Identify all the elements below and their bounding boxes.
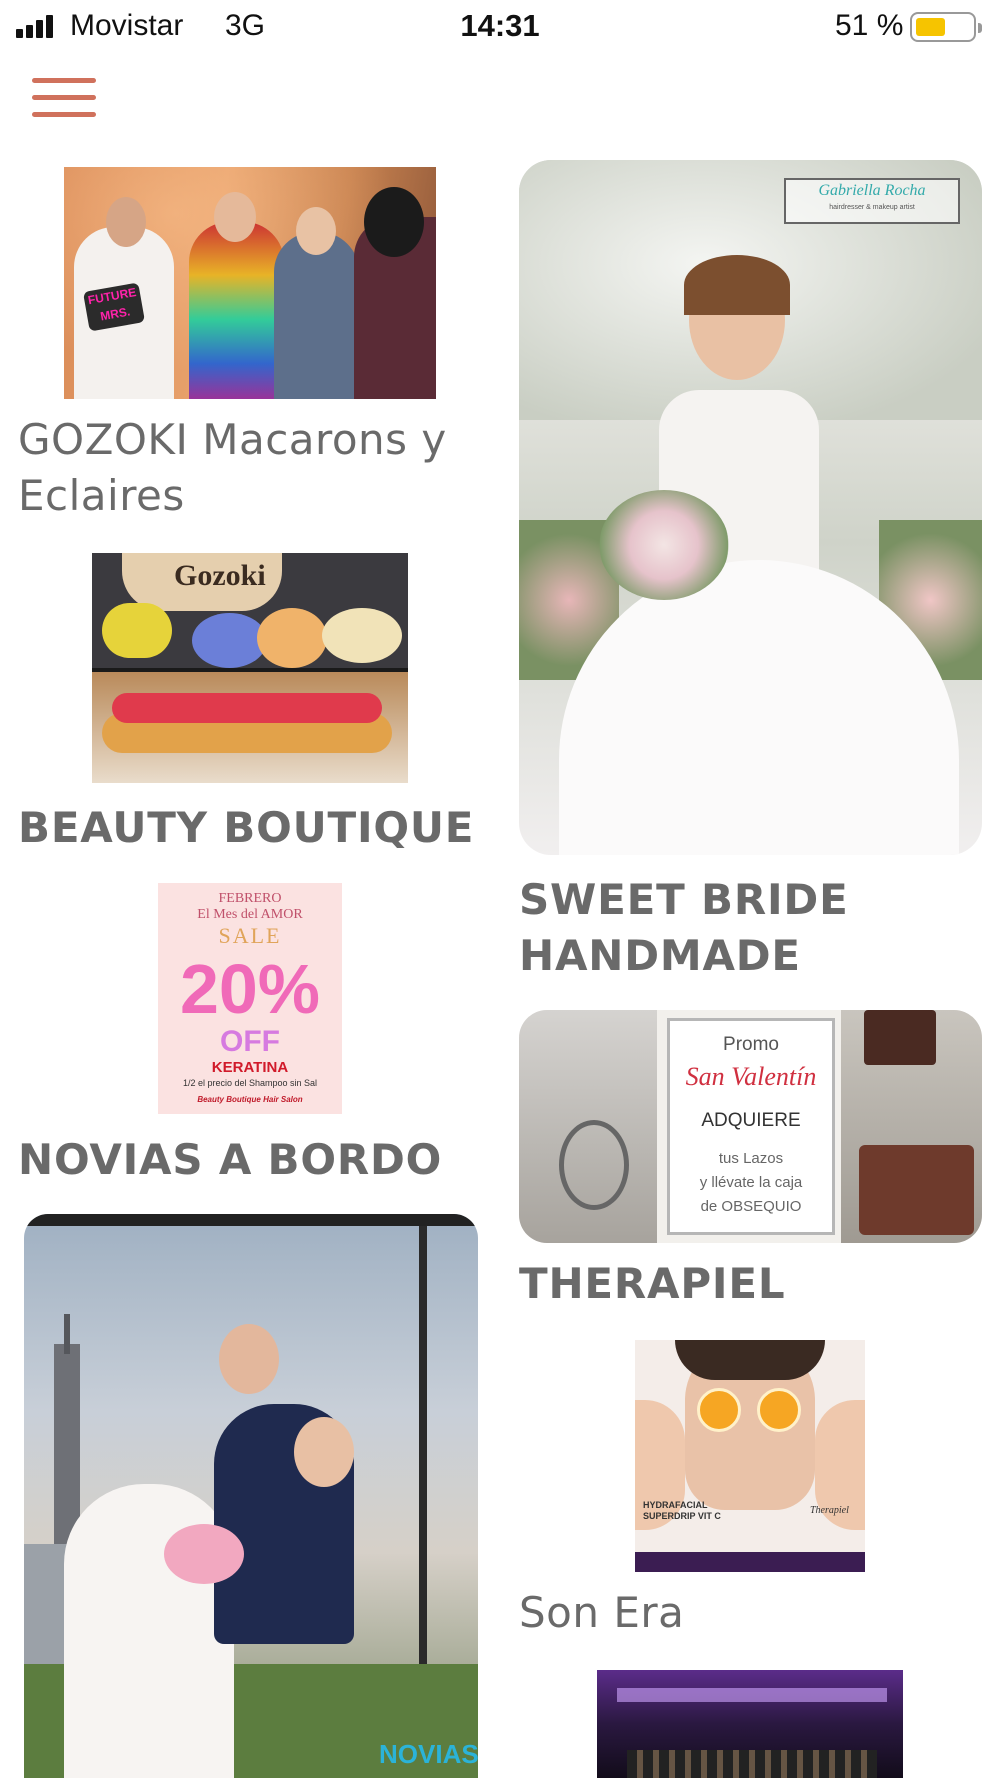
- promo-label: Promo: [723, 1034, 779, 1055]
- battery-icon: [910, 12, 982, 42]
- promo-title: San Valentín: [685, 1062, 817, 1091]
- photographer-watermark-sub: hairdresser & makeup artist: [829, 204, 915, 211]
- sale-subtext: 1/2 el precio del Shampoo sin Sal: [182, 1078, 318, 1088]
- listing-image-therapiel-promo[interactable]: Promo San Valentín ADQUIERE tus Lazos y …: [519, 1010, 982, 1243]
- sale-brand: Beauty Boutique Hair Salon: [197, 1095, 303, 1104]
- spa-line1: HYDRAFACIAL: [643, 1500, 708, 1510]
- listing-image-sweet-bride[interactable]: Gabriella Rocha hairdresser & makeup art…: [519, 160, 982, 855]
- listing-image-beauty-boutique[interactable]: Gozoki: [92, 553, 408, 783]
- promo-action: ADQUIERE: [701, 1110, 801, 1131]
- listing-title-therapiel[interactable]: THERAPIEL: [519, 1256, 989, 1312]
- promo-line6: de OBSEQUIO: [700, 1198, 802, 1215]
- promo-line5: y llévate la caja: [699, 1174, 803, 1191]
- listing-image-novias[interactable]: NOVIAS: [24, 1214, 478, 1778]
- listing-image-party[interactable]: [597, 1670, 903, 1778]
- sale-product: KERATINA: [211, 1059, 289, 1076]
- spa-brand: Therapiel: [810, 1505, 849, 1516]
- spa-line2: SUPERDRIP VIT C: [643, 1511, 721, 1521]
- listing-image-son-era[interactable]: HYDRAFACIAL SUPERDRIP VIT C Therapiel: [635, 1340, 865, 1572]
- battery-percentage: 51 %: [835, 9, 904, 42]
- photographer-watermark: Gabriella Rocha: [818, 182, 926, 199]
- sale-tagline: El Mes del AMOR: [197, 907, 303, 922]
- novias-logo: NOVIAS: [379, 1739, 478, 1769]
- listing-title-son-era[interactable]: Son Era: [519, 1585, 989, 1641]
- listing-title-gozoki[interactable]: GOZOKI Macarons y Eclaires: [18, 412, 488, 524]
- listing-title-novias-a-bordo[interactable]: NOVIAS A BORDO: [18, 1132, 498, 1188]
- sale-discount: 20%: [179, 950, 321, 1028]
- gozoki-logo: Gozoki: [174, 559, 266, 592]
- listing-title-sweet-bride-handmade[interactable]: SWEET BRIDE HANDMADE: [519, 872, 989, 984]
- status-bar: Movistar 3G 14:31 51 %: [0, 0, 1000, 56]
- hamburger-menu-icon[interactable]: [32, 78, 96, 118]
- listing-image-gozoki[interactable]: FUTURE MRS.: [64, 167, 436, 399]
- sale-off: OFF: [220, 1025, 280, 1058]
- sale-label: SALE: [218, 923, 282, 948]
- sale-month: FEBRERO: [218, 891, 282, 906]
- listing-title-beauty-boutique[interactable]: BEAUTY BOUTIQUE: [18, 800, 498, 856]
- promo-line4: tus Lazos: [718, 1150, 784, 1167]
- listing-image-novias-a-bordo[interactable]: FEBRERO El Mes del AMOR SALE 20% OFF KER…: [158, 883, 342, 1114]
